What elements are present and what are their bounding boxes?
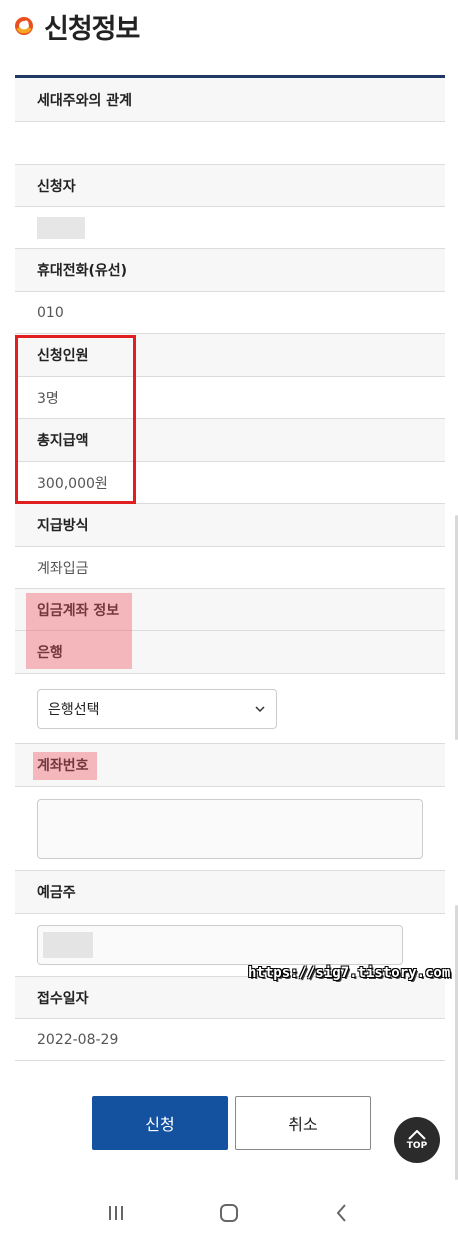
chevron-up-icon [408, 1129, 426, 1140]
action-buttons: 신청 취소 [92, 1096, 371, 1150]
relation-value [15, 122, 445, 165]
application-form: 세대주와의 관계 신청자 휴대전화(유선) 010 신청인원 3명 총지급액 3… [15, 75, 445, 1061]
total-amount-value: 300,000원 [15, 462, 445, 504]
bank-select-row: 은행선택 [15, 674, 445, 744]
payment-method-value: 계좌입금 [15, 547, 445, 589]
bank-select-value: 은행선택 [48, 701, 100, 718]
phone-label: 휴대전화(유선) [15, 249, 445, 292]
receipt-date-value: 2022-08-29 [15, 1019, 445, 1061]
account-holder-label: 예금주 [15, 871, 445, 914]
android-nav-bar [0, 1188, 458, 1237]
bank-label: 은행 [15, 631, 445, 674]
chevron-down-icon [255, 705, 265, 712]
relation-label: 세대주와의 관계 [15, 78, 445, 122]
back-icon[interactable] [330, 1201, 354, 1225]
applicant-label: 신청자 [15, 165, 445, 207]
account-holder-mask [43, 932, 93, 958]
account-holder-input[interactable] [37, 925, 403, 965]
logo-icon [15, 17, 33, 35]
receipt-date-label: 접수일자 [15, 977, 445, 1019]
headcount-value: 3명 [15, 377, 445, 419]
cancel-button[interactable]: 취소 [235, 1096, 371, 1150]
bank-select[interactable]: 은행선택 [37, 688, 277, 729]
page-header: 신청정보 [14, 6, 140, 46]
phone-value: 010 [15, 292, 445, 334]
applicant-value [15, 207, 445, 249]
recent-apps-icon[interactable] [104, 1201, 128, 1225]
page-title: 신청정보 [44, 13, 140, 45]
scroll-top-button[interactable]: TOP [394, 1117, 440, 1163]
watermark: https://sig7.tistory.com [248, 965, 451, 981]
headcount-label: 신청인원 [15, 334, 445, 377]
apply-button[interactable]: 신청 [92, 1096, 228, 1150]
payment-method-label: 지급방식 [15, 504, 445, 547]
applicant-name-mask [37, 216, 85, 239]
scroll-top-label: TOP [406, 1140, 428, 1151]
account-number-row [15, 787, 445, 871]
account-number-input[interactable] [37, 798, 423, 859]
total-amount-label: 총지급액 [15, 419, 445, 462]
account-number-label: 계좌번호 [15, 744, 445, 787]
home-icon[interactable] [217, 1201, 241, 1225]
deposit-account-info-label: 입금계좌 정보 [15, 589, 445, 631]
